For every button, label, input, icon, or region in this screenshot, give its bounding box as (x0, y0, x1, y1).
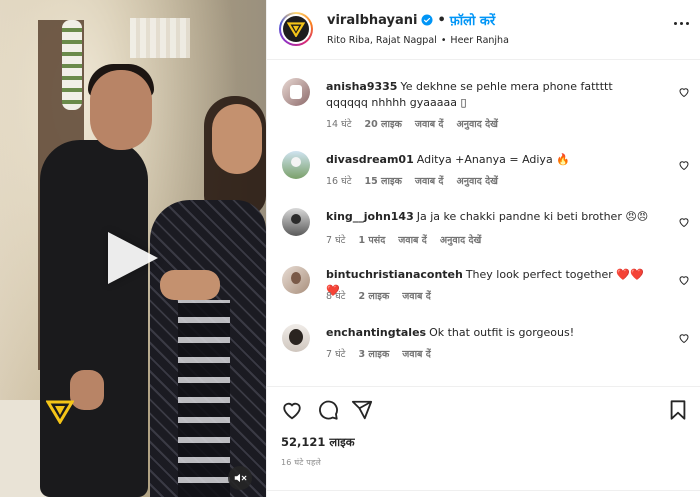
posted-time[interactable]: 16 घंटे पहले (281, 457, 321, 468)
comment-time[interactable]: 7 घंटे (326, 233, 345, 246)
translate-button[interactable]: अनुवाद देखें (456, 117, 497, 130)
likes-count[interactable]: 52,121 लाइक (281, 435, 355, 450)
video-garland (62, 20, 82, 110)
brand-watermark-icon (46, 400, 74, 424)
video-woman-arm (160, 270, 220, 300)
like-heart-icon[interactable] (281, 399, 303, 421)
brand-logo-icon (287, 22, 305, 37)
add-comment-divider (267, 490, 700, 497)
translate-button[interactable]: अनुवाद देखें (456, 174, 497, 187)
heart-icon[interactable] (678, 159, 690, 171)
video-woman-skirt (178, 300, 230, 497)
reply-button[interactable]: जवाब दें (402, 289, 431, 302)
author-username[interactable]: viralbhayani (327, 13, 417, 28)
comment-likes[interactable]: 1 पसंद (358, 233, 385, 246)
comment-icon[interactable] (317, 399, 339, 421)
comment-text: Ja ja ke chakki pandne ki beti brother 😠… (416, 210, 649, 223)
comment-meta: 7 घंटे 3 लाइक जवाब दें (326, 347, 431, 360)
comment-meta: 16 घंटे 15 लाइक जवाब दें अनुवाद देखें (326, 174, 498, 187)
video-man (40, 140, 148, 497)
follow-button[interactable]: फ़ॉलो करें (450, 11, 495, 29)
comment-text: Ok that outfit is gorgeous! (429, 326, 575, 339)
play-icon[interactable] (108, 232, 158, 284)
commenter-username[interactable]: divasdream01 (326, 153, 414, 166)
comment-time[interactable]: 7 घंटे (326, 347, 345, 360)
audio-separator: • (440, 35, 447, 46)
reel-video[interactable] (0, 0, 266, 497)
post-header: viralbhayani • फ़ॉलो करें Rito Riba, Raj… (267, 0, 700, 60)
audio-artists[interactable]: Rito Riba, Rajat Nagpal (327, 35, 437, 46)
mute-icon (234, 473, 247, 483)
comment-meta: 7 घंटे 1 पसंद जवाब दें अनुवाद देखें (326, 233, 481, 246)
reply-button[interactable]: जवाब दें (398, 233, 427, 246)
commenter-avatar[interactable] (282, 78, 310, 106)
reply-button[interactable]: जवाब दें (415, 117, 444, 130)
heart-icon[interactable] (678, 274, 690, 286)
bookmark-icon[interactable] (667, 399, 689, 421)
comment-likes[interactable]: 20 लाइक (365, 117, 402, 130)
video-man-hand (70, 370, 104, 410)
more-icon[interactable] (674, 22, 692, 28)
post-panel: viralbhayani • फ़ॉलो करें Rito Riba, Raj… (266, 0, 700, 497)
commenter-avatar[interactable] (282, 208, 310, 236)
comment-likes[interactable]: 3 लाइक (358, 347, 389, 360)
verified-icon (421, 14, 433, 26)
mute-button[interactable] (228, 466, 252, 490)
reply-button[interactable]: जवाब दें (415, 174, 444, 187)
emoji-box-icon: ▯ (460, 96, 467, 109)
audio-info[interactable]: Rito Riba, Rajat Nagpal • Heer Ranjha (327, 35, 509, 46)
video-man-face (90, 70, 152, 150)
comment-meta: 14 घंटे 20 लाइक जवाब दें अनुवाद देखें (326, 117, 498, 130)
share-icon[interactable] (351, 399, 373, 421)
comments-list: anisha9335 Ye dekhne se pehle mera phone … (267, 68, 700, 386)
comment-likes[interactable]: 2 लाइक (358, 289, 389, 302)
translate-button[interactable]: अनुवाद देखें (440, 233, 481, 246)
comment-meta: 8 घंटे 2 लाइक जवाब दें (326, 289, 431, 302)
comment-time[interactable]: 16 घंटे (326, 174, 352, 187)
video-curtain (130, 18, 190, 58)
commenter-username[interactable]: enchantingtales (326, 326, 426, 339)
video-woman-face (212, 104, 262, 174)
comment-time[interactable]: 14 घंटे (326, 117, 352, 130)
heart-icon[interactable] (678, 216, 690, 228)
comment-text: Aditya +Ananya = Adiya 🔥 (416, 153, 570, 166)
audio-track[interactable]: Heer Ranjha (450, 35, 508, 46)
commenter-username[interactable]: anisha9335 (326, 80, 397, 93)
commenter-avatar[interactable] (282, 266, 310, 294)
heart-icon[interactable] (678, 86, 690, 98)
post-actions: 52,121 लाइक 16 घंटे पहले (267, 386, 700, 497)
header-separator: • (437, 12, 446, 28)
comment-time[interactable]: 8 घंटे (326, 289, 345, 302)
commenter-avatar[interactable] (282, 151, 310, 179)
reply-button[interactable]: जवाब दें (402, 347, 431, 360)
commenter-username[interactable]: bintuchristianaconteh (326, 268, 463, 281)
author-avatar[interactable] (279, 12, 313, 46)
commenter-avatar[interactable] (282, 324, 310, 352)
comment-likes[interactable]: 15 लाइक (365, 174, 402, 187)
heart-icon[interactable] (678, 332, 690, 344)
commenter-username[interactable]: king__john143 (326, 210, 414, 223)
